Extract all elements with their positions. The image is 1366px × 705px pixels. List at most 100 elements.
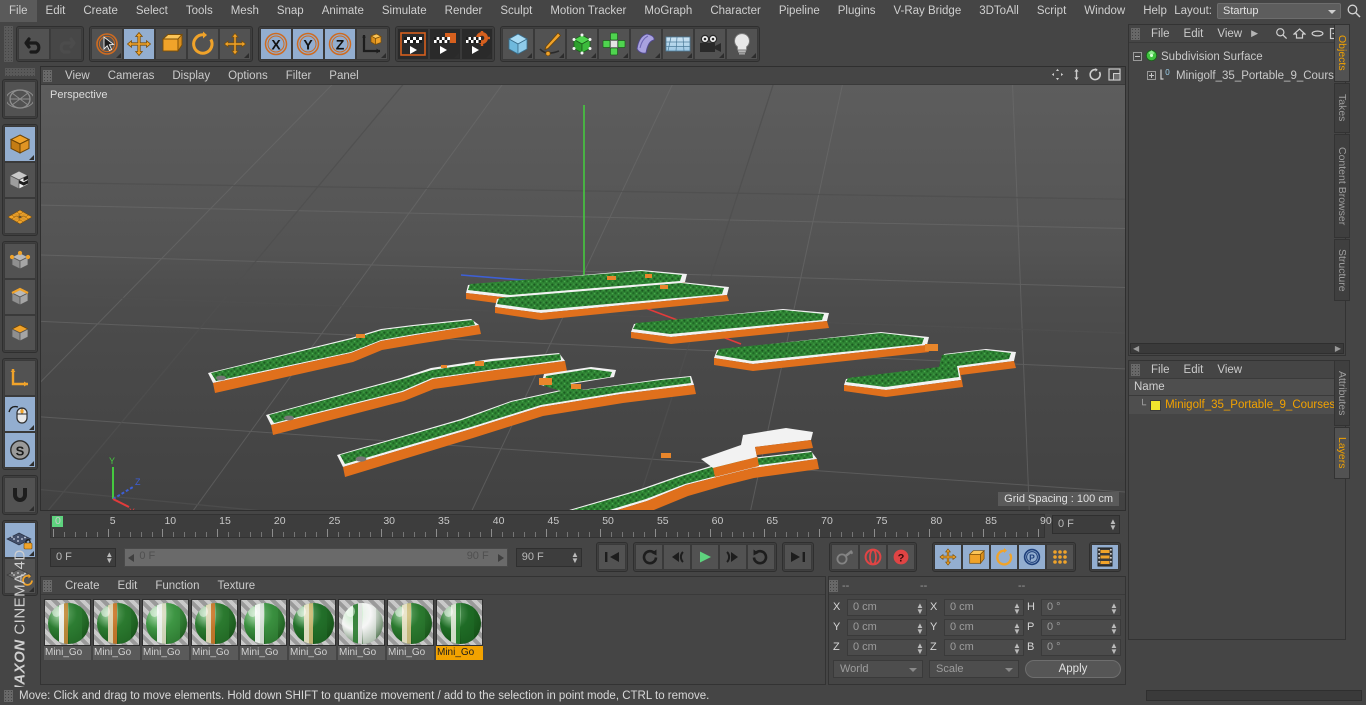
- material-cell[interactable]: Mini_Go: [338, 599, 385, 660]
- timeline-range-scrubber[interactable]: 0 F 90 F: [124, 547, 508, 567]
- menu-script[interactable]: Script: [1028, 0, 1075, 22]
- layer-menu-edit[interactable]: Edit: [1177, 361, 1211, 379]
- object-menu-file[interactable]: File: [1144, 25, 1177, 43]
- search-icon[interactable]: [1275, 27, 1288, 43]
- viewport-menu-filter[interactable]: Filter: [277, 67, 321, 85]
- lock-z-axis-button[interactable]: Z: [324, 28, 356, 60]
- search-icon[interactable]: [1346, 3, 1362, 19]
- scrub-left-arrow-icon[interactable]: [128, 553, 135, 562]
- lock-y-axis-button[interactable]: Y: [292, 28, 324, 60]
- scale-key-button[interactable]: [962, 544, 991, 570]
- material-thumbnail[interactable]: [338, 599, 385, 646]
- material-cell[interactable]: Mini_Go: [289, 599, 336, 660]
- menu-3dtoall[interactable]: 3DToAll: [970, 0, 1028, 22]
- collapse-toggle-icon[interactable]: [1133, 52, 1142, 61]
- status-drag-handle[interactable]: [4, 690, 13, 702]
- live-selection-button[interactable]: [91, 28, 123, 60]
- position-key-button[interactable]: [934, 544, 963, 570]
- redo-button[interactable]: [50, 28, 82, 60]
- material-cell[interactable]: Mini_Go: [191, 599, 238, 660]
- make-editable-button[interactable]: [4, 81, 36, 117]
- material-thumbnail[interactable]: [142, 599, 189, 646]
- workplane-mode-button[interactable]: [4, 198, 36, 234]
- add-floor-button[interactable]: [662, 28, 694, 60]
- expand-toggle-icon[interactable]: [1147, 71, 1156, 80]
- menu-tools[interactable]: Tools: [177, 0, 222, 22]
- material-cell[interactable]: Mini_Go: [436, 599, 483, 660]
- material-thumbnail[interactable]: [240, 599, 287, 646]
- rotation-input[interactable]: 0 ° ▲ ▼: [1041, 598, 1121, 616]
- scroll-right-arrow-icon[interactable]: ▶: [1335, 344, 1343, 353]
- magnet-button[interactable]: [4, 477, 36, 513]
- spinner-icon[interactable]: ▲ ▼: [1013, 601, 1021, 615]
- tab-attributes[interactable]: Attributes: [1334, 360, 1350, 426]
- model-mode-button[interactable]: [4, 126, 36, 162]
- spinner-icon[interactable]: ▲ ▼: [1109, 518, 1117, 532]
- material-cell[interactable]: Mini_Go: [142, 599, 189, 660]
- layer-row[interactable]: └ Minigolf_35_Portable_9_Courses_: [1129, 396, 1345, 414]
- coordinate-system-select[interactable]: World: [833, 660, 923, 678]
- add-environment-button[interactable]: [630, 28, 662, 60]
- go-to-start-button[interactable]: [598, 544, 627, 570]
- add-spline-button[interactable]: [534, 28, 566, 60]
- chevron-right-icon[interactable]: ▶: [1251, 28, 1258, 39]
- viewport-menu-panel[interactable]: Panel: [320, 67, 367, 85]
- material-thumbnail[interactable]: [191, 599, 238, 646]
- material-cell[interactable]: Mini_Go: [240, 599, 287, 660]
- object-axis-button[interactable]: [4, 360, 36, 396]
- spinner-icon[interactable]: ▲ ▼: [1110, 641, 1118, 655]
- enable-snapping-button[interactable]: S: [4, 432, 36, 468]
- tab-objects[interactable]: Objects: [1334, 24, 1350, 82]
- scrub-right-arrow-icon[interactable]: [497, 553, 504, 562]
- previous-frame-button[interactable]: [663, 544, 692, 570]
- toolbar-drag-handle[interactable]: [4, 26, 13, 62]
- spinner-icon[interactable]: ▲ ▼: [1013, 641, 1021, 655]
- material-thumbnail[interactable]: [387, 599, 434, 646]
- add-cube-button[interactable]: [502, 28, 534, 60]
- dolly-icon[interactable]: [1070, 68, 1083, 84]
- viewport-3d-canvas[interactable]: Perspective Grid Spacing : 100 cm Y Z: [41, 85, 1125, 510]
- menu-simulate[interactable]: Simulate: [373, 0, 436, 22]
- position-input[interactable]: 0 cm ▲ ▼: [847, 618, 927, 636]
- spinner-icon[interactable]: ▲ ▼: [916, 641, 924, 655]
- spinner-icon[interactable]: ▲ ▼: [1110, 621, 1118, 635]
- object-menu-edit[interactable]: Edit: [1177, 25, 1211, 43]
- left-toolbar-drag-handle[interactable]: [5, 68, 35, 76]
- orbit-icon[interactable]: [1089, 68, 1102, 84]
- go-to-end-button[interactable]: [784, 544, 813, 570]
- tab-content-browser[interactable]: Content Browser: [1334, 134, 1350, 238]
- pan-icon[interactable]: [1051, 68, 1064, 84]
- edges-mode-button[interactable]: [4, 279, 36, 315]
- size-input[interactable]: 0 cm ▲ ▼: [944, 638, 1024, 656]
- size-input[interactable]: 0 cm ▲ ▼: [944, 618, 1024, 636]
- spinner-icon[interactable]: ▲ ▼: [1110, 601, 1118, 615]
- layer-color-swatch[interactable]: [1150, 399, 1162, 411]
- texture-mode-button[interactable]: [4, 162, 36, 198]
- parameter-key-button[interactable]: [1046, 544, 1075, 570]
- object-manager-drag-handle[interactable]: [1131, 27, 1140, 40]
- position-input[interactable]: 0 cm ▲ ▼: [847, 638, 927, 656]
- rotation-input[interactable]: 0 ° ▲ ▼: [1041, 638, 1121, 656]
- timeline-ruler[interactable]: 0 5 10 15 20 25 30 35 40 45 50 55 60 65 70 75 80 85 90: [50, 514, 1052, 538]
- material-menu-edit[interactable]: Edit: [109, 577, 147, 595]
- rotation-key-button[interactable]: [990, 544, 1019, 570]
- material-cell[interactable]: Mini_Go: [387, 599, 434, 660]
- timeline-toggle-button[interactable]: [1091, 544, 1120, 570]
- material-cell[interactable]: Mini_Go: [44, 599, 91, 660]
- menu-create[interactable]: Create: [74, 0, 127, 22]
- next-key-button[interactable]: [747, 544, 776, 570]
- object-tree-row[interactable]: Subdivision Surface: [1133, 47, 1345, 66]
- material-thumbnail[interactable]: [93, 599, 140, 646]
- viewport-drag-handle[interactable]: [43, 69, 52, 82]
- render-view-button[interactable]: [397, 28, 429, 60]
- home-icon[interactable]: [1292, 27, 1307, 43]
- play-button[interactable]: [691, 544, 720, 570]
- coordinate-drag-handle[interactable]: [829, 579, 838, 592]
- menu-sculpt[interactable]: Sculpt: [491, 0, 541, 22]
- material-menu-function[interactable]: Function: [146, 577, 208, 595]
- menu-help[interactable]: Help: [1134, 0, 1176, 22]
- move-tool-button[interactable]: [123, 28, 155, 60]
- spinner-icon[interactable]: ▲ ▼: [916, 621, 924, 635]
- menu-pipeline[interactable]: Pipeline: [770, 0, 829, 22]
- menu-edit[interactable]: Edit: [37, 0, 75, 22]
